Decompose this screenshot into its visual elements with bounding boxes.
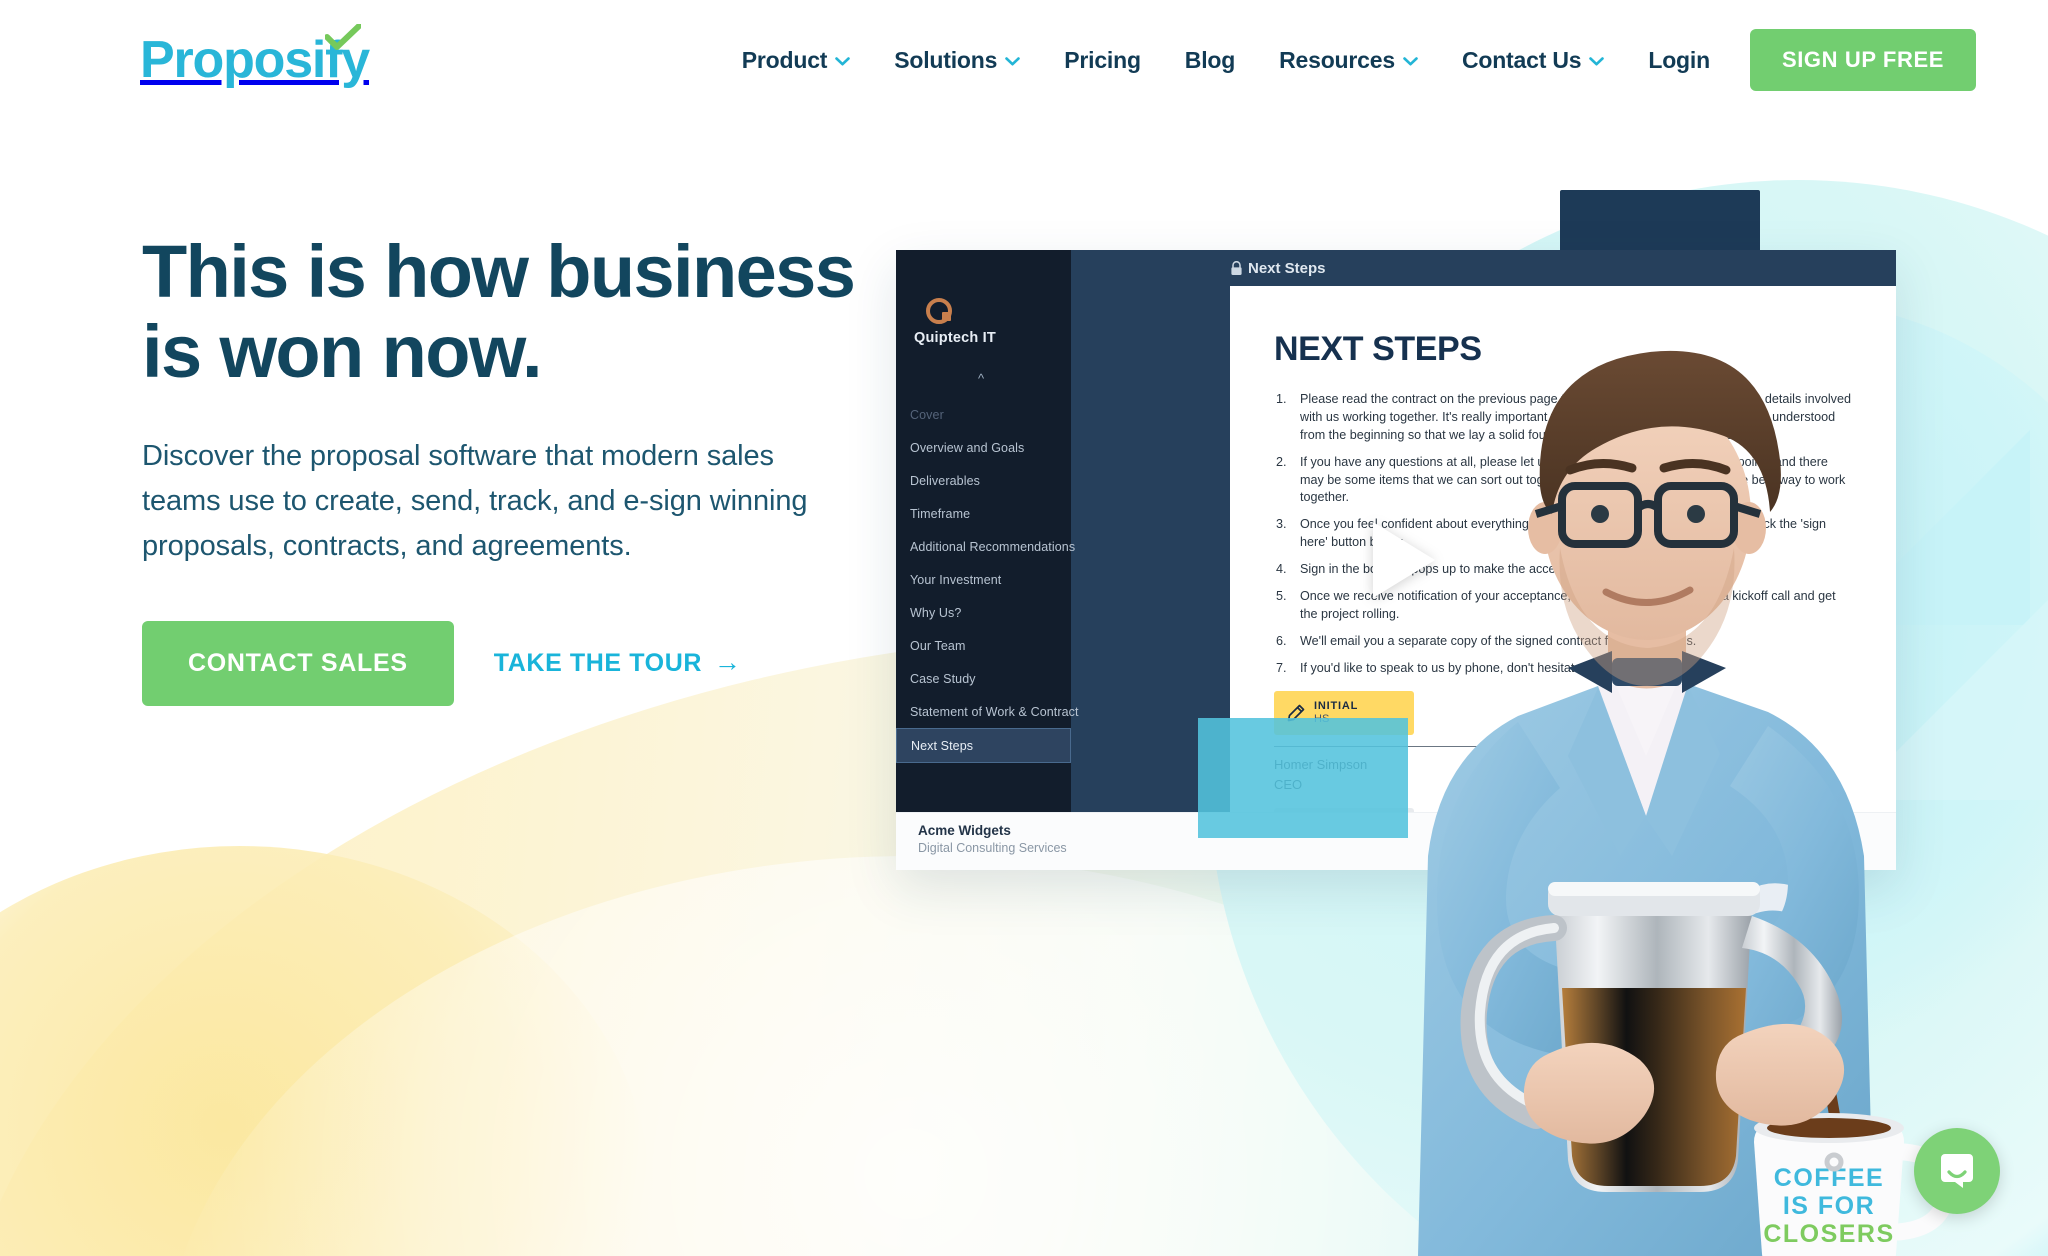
- toc-item-your-investment[interactable]: Your Investment: [896, 563, 1071, 596]
- take-the-tour-link[interactable]: TAKE THE TOUR →: [480, 639, 756, 688]
- toc-item-case-study[interactable]: Case Study: [896, 662, 1071, 695]
- text-highlight-band: [1198, 718, 1408, 838]
- chat-widget-button[interactable]: [1914, 1128, 2000, 1214]
- nav-item-contact-us[interactable]: Contact Us: [1440, 47, 1626, 74]
- site-header: Proposify Product Solutions Pricing Blog…: [0, 0, 2048, 120]
- initial-chip-label: INITIAL: [1314, 700, 1359, 713]
- chevron-down-icon: [1589, 56, 1605, 65]
- svg-text:COFFEE: COFFEE: [1774, 1164, 1884, 1192]
- hero-content: This is how business is won now. Discove…: [142, 232, 862, 706]
- page-root: Proposify Product Solutions Pricing Blog…: [0, 0, 2048, 1256]
- checkmark-icon: [325, 24, 361, 50]
- proposal-company-name: Quiptech IT: [914, 330, 996, 346]
- proposal-brand: Quiptech IT: [912, 298, 1062, 346]
- proposal-page-title: NEXT STEPS: [1274, 330, 1482, 368]
- proposal-topbar: Next Steps: [1220, 250, 1896, 286]
- toc-item-statement-of-work-and-contract[interactable]: Statement of Work & Contract: [896, 695, 1079, 728]
- play-icon[interactable]: [1342, 506, 1450, 614]
- nav-item-blog[interactable]: Blog: [1163, 47, 1257, 74]
- lock-icon: [1231, 260, 1242, 275]
- sign-up-free-button[interactable]: SIGN UP FREE: [1749, 29, 1976, 91]
- nav-label: Solutions: [894, 46, 998, 73]
- background-blob-yellow: [0, 846, 650, 1256]
- background-wave-highlight: [160, 856, 1660, 1256]
- chevron-down-icon: [1005, 56, 1021, 65]
- svg-text:CLOSERS: CLOSERS: [1763, 1220, 1894, 1248]
- chevron-up-icon[interactable]: ^: [978, 372, 984, 385]
- proposal-topbar-title: Next Steps: [1248, 259, 1326, 277]
- primary-navigation: Product Solutions Pricing Blog Resources: [720, 29, 1976, 91]
- proposal-step: If you'd like to speak to us by phone, d…: [1276, 660, 1639, 678]
- nav-label: Product: [741, 46, 828, 73]
- nav-item-login[interactable]: Login: [1626, 47, 1736, 74]
- chevron-down-icon: [835, 56, 851, 65]
- proposal-footer-subtitle: Digital Consulting Services: [918, 841, 1067, 855]
- nav-label: Blog: [1184, 46, 1236, 73]
- arrow-right-icon: →: [714, 646, 742, 677]
- proposal-step: We'll email you a separate copy of the s…: [1276, 633, 1697, 651]
- toc-item-our-team[interactable]: Our Team: [896, 629, 1071, 662]
- hero-video-player[interactable]: Quiptech IT ^ Cover Overview and Goals D…: [896, 250, 1896, 870]
- proposal-step: If you have any questions at all, please…: [1276, 454, 1846, 505]
- toc-item-next-steps[interactable]: Next Steps: [896, 728, 1071, 763]
- play-triangle: [1373, 522, 1435, 598]
- svg-text:IS FOR: IS FOR: [1783, 1192, 1875, 1220]
- toc-item-overview-and-goals[interactable]: Overview and Goals: [896, 431, 1071, 464]
- nav-item-resources[interactable]: Resources: [1257, 47, 1440, 74]
- contact-sales-button[interactable]: CONTACT SALES: [142, 620, 454, 706]
- nav-label: Pricing: [1064, 46, 1141, 73]
- toc-item-timeframe[interactable]: Timeframe: [896, 497, 1071, 530]
- proposal-table-of-contents: Cover Overview and Goals Deliverables Ti…: [896, 398, 1079, 763]
- proposal-mockup: Quiptech IT ^ Cover Overview and Goals D…: [896, 250, 1896, 870]
- chevron-down-icon: [1403, 56, 1418, 65]
- proposal-step: Please read the contract on the previous…: [1276, 391, 1851, 442]
- hero-title: This is how business is won now.: [142, 230, 856, 393]
- nav-label: Contact Us: [1461, 46, 1582, 73]
- nav-item-solutions[interactable]: Solutions: [872, 47, 1042, 74]
- take-the-tour-label: TAKE THE TOUR: [493, 648, 703, 677]
- hero-cta-group: CONTACT SALES TAKE THE TOUR →: [142, 620, 862, 706]
- nav-label: Resources: [1279, 46, 1395, 73]
- nav-item-product[interactable]: Product: [720, 47, 873, 74]
- hero-subtitle: Discover the proposal software that mode…: [142, 439, 808, 562]
- nav-item-pricing[interactable]: Pricing: [1042, 47, 1163, 74]
- login-label: Login: [1648, 46, 1710, 73]
- quiptech-logo-icon: [926, 298, 952, 324]
- toc-item-cover[interactable]: Cover: [896, 398, 1071, 431]
- toc-item-deliverables[interactable]: Deliverables: [896, 464, 1071, 497]
- toc-item-why-us[interactable]: Why Us?: [896, 596, 1071, 629]
- chat-bubble-icon: [1941, 1154, 1973, 1188]
- logo-proposify[interactable]: Proposify: [140, 24, 370, 86]
- toc-item-additional-recommendations[interactable]: Additional Recommendations: [896, 530, 1075, 563]
